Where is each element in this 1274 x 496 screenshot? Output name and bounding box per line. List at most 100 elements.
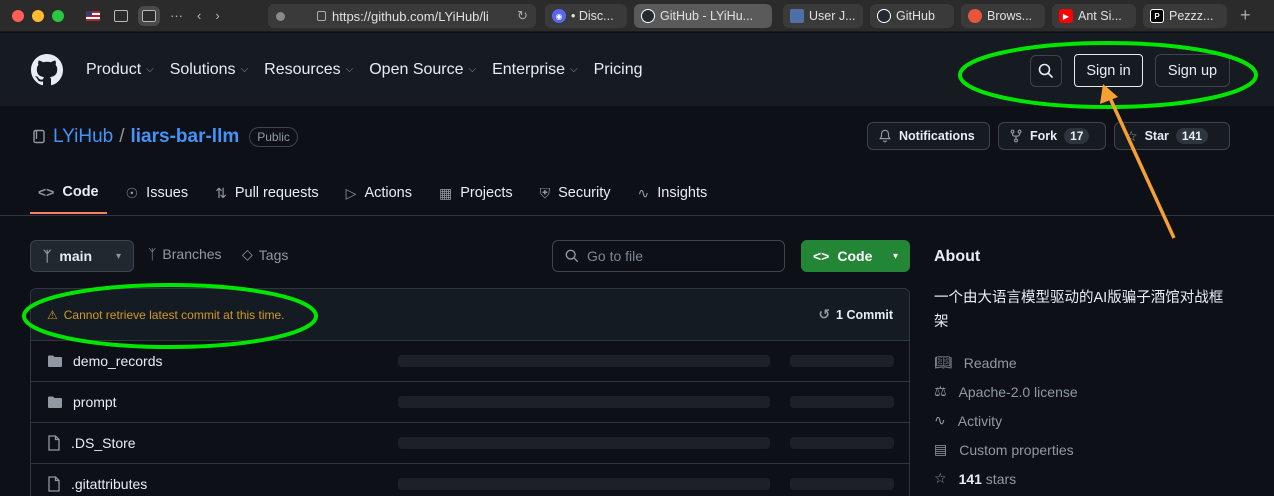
tab-issues[interactable]: ☉ Issues — [118, 178, 196, 214]
file-name[interactable]: prompt — [73, 394, 117, 410]
branch-icon: ᛉ — [148, 246, 157, 262]
tags-link[interactable]: ◇ Tags — [242, 246, 288, 263]
loading-placeholder — [398, 355, 770, 367]
file-row-gitattributes[interactable]: .gitattributes — [31, 464, 909, 496]
go-to-file-input[interactable]: Go to file — [552, 240, 785, 272]
file-icon — [48, 435, 60, 451]
branch-icon: ᛉ — [43, 248, 52, 264]
repo-name-link[interactable]: liars-bar-llm — [130, 126, 239, 148]
visibility-badge: Public — [249, 127, 298, 147]
file-row-ds-store[interactable]: .DS_Store — [31, 423, 909, 464]
chevron-down-icon: ⌵ — [468, 64, 477, 75]
tab-label: User J... — [809, 9, 856, 23]
commits-link[interactable]: ↺ 1 Commit — [818, 306, 893, 323]
maximize-window-button[interactable] — [52, 9, 64, 22]
github-logo-icon[interactable] — [31, 53, 63, 86]
branches-link[interactable]: ᛉ Branches — [148, 246, 222, 262]
activity-link[interactable]: ∿ Activity — [934, 406, 1234, 435]
file-name[interactable]: demo_records — [73, 353, 163, 369]
nav-product[interactable]: Product ⌵ — [86, 61, 162, 79]
tab-label: GitHub - LYiHu... — [660, 9, 754, 23]
tab-label: Projects — [460, 185, 513, 201]
tab-pull-requests[interactable]: ⇅ Pull requests — [207, 178, 327, 214]
minimize-window-button[interactable] — [32, 9, 44, 22]
chevron-down-icon: ⌵ — [146, 64, 154, 75]
warning-text: Cannot retrieve latest commit at this ti… — [63, 307, 285, 322]
star-label: Star — [1144, 129, 1169, 143]
tab-security[interactable]: ⛨ Security — [532, 178, 619, 214]
github-icon — [877, 9, 891, 23]
chevron-down-icon: ⌵ — [240, 64, 249, 75]
browser-tab-discord[interactable]: ◉ • Disc... — [545, 4, 627, 28]
youtube-icon: ▶ — [1059, 9, 1073, 23]
back-icon[interactable]: ‹ — [197, 8, 201, 23]
loading-placeholder — [790, 355, 894, 367]
activity-label: Activity — [957, 412, 1003, 429]
browser-tab-youtube[interactable]: ▶ Ant Si... — [1052, 4, 1136, 28]
file-name[interactable]: .DS_Store — [71, 435, 136, 451]
file-row-demo-records[interactable]: demo_records — [31, 341, 909, 382]
search-button[interactable] — [1030, 55, 1062, 87]
file-name[interactable]: .gitattributes — [71, 476, 147, 492]
tab-label: Pull requests — [234, 185, 319, 201]
star-icon: ☆ — [1125, 127, 1138, 144]
path-separator: / — [119, 126, 125, 147]
more-icon[interactable]: ··· — [170, 8, 183, 23]
commit-warning: ⚠ Cannot retrieve latest commit at this … — [47, 308, 285, 322]
new-tab-icon[interactable]: + — [1240, 5, 1251, 26]
browser-tab-pezzz[interactable]: P Pezzz... — [1143, 4, 1227, 28]
forward-icon[interactable]: › — [215, 8, 219, 23]
code-dropdown-button[interactable]: <> Code ▾ — [801, 240, 910, 272]
tab-label: • Disc... — [571, 9, 614, 23]
note-icon: ▤ — [934, 441, 948, 457]
repo-title: LYiHub / liars-bar-llm Public — [31, 126, 298, 148]
address-bar[interactable]: https://github.com/LYiHub/li ↻ — [268, 4, 536, 28]
graph-icon: ∿ — [637, 184, 650, 201]
repo-icon — [33, 129, 45, 144]
file-row-prompt[interactable]: prompt — [31, 382, 909, 423]
nav-resources[interactable]: Resources ⌵ — [264, 61, 361, 79]
browser-tab-user[interactable]: User J... — [783, 4, 863, 28]
nav-label: Open Source — [369, 60, 464, 78]
stars-link[interactable]: ☆ 141 stars — [934, 464, 1234, 493]
folder-icon — [48, 396, 62, 408]
repo-tabs: <> Code ☉ Issues ⇅ Pull requests ▷ Actions ▦… — [30, 178, 726, 214]
sidebar-toggle-icon[interactable] — [114, 9, 128, 22]
flag-icon[interactable] — [86, 10, 100, 21]
sign-up-button[interactable]: Sign up — [1155, 54, 1230, 87]
repo-owner-link[interactable]: LYiHub — [53, 126, 113, 148]
close-window-button[interactable] — [12, 9, 24, 22]
notifications-label: Notifications — [899, 129, 975, 143]
notifications-button[interactable]: Notifications — [867, 122, 990, 150]
browser-tab-github-repo[interactable]: GitHub - LYiHu... — [634, 4, 772, 28]
branch-select-button[interactable]: ᛉ main ▾ — [30, 240, 134, 272]
readme-link[interactable]: 📖︎ Readme — [934, 348, 1234, 377]
loading-placeholder — [790, 478, 894, 490]
nav-open-source[interactable]: Open Source ⌵ — [369, 61, 484, 79]
browser-tab-github[interactable]: GitHub — [870, 4, 954, 28]
tab-actions[interactable]: ▷ Actions — [338, 178, 420, 214]
tab-projects[interactable]: ▦ Projects — [431, 178, 521, 214]
commits-label: 1 Commit — [836, 307, 893, 322]
sign-in-button[interactable]: Sign in — [1074, 54, 1143, 87]
tab-label: GitHub — [896, 9, 935, 23]
nav-pricing[interactable]: Pricing — [594, 61, 651, 79]
nav-enterprise[interactable]: Enterprise ⌵ — [492, 61, 586, 79]
tab-code[interactable]: <> Code — [30, 178, 107, 214]
branches-label: Branches — [162, 246, 222, 262]
tab-insights[interactable]: ∿ Insights — [630, 178, 716, 214]
fork-button[interactable]: Fork 17 — [998, 122, 1106, 150]
tab-overview-icon[interactable] — [138, 5, 160, 26]
code-icon: <> — [813, 248, 830, 264]
history-icon: ↺ — [818, 306, 831, 322]
reload-icon[interactable]: ↻ — [517, 8, 528, 24]
browser-tab-browse[interactable]: Brows... — [961, 4, 1045, 28]
file-list: ⚠ Cannot retrieve latest commit at this … — [30, 288, 910, 496]
license-link[interactable]: ⚖ Apache-2.0 license — [934, 377, 1234, 406]
custom-properties-link[interactable]: ▤ Custom properties — [934, 435, 1234, 464]
search-icon — [565, 249, 579, 263]
nav-solutions[interactable]: Solutions ⌵ — [170, 61, 256, 79]
star-button[interactable]: ☆ Star 141 — [1114, 122, 1230, 150]
book-icon: 📖︎ — [934, 354, 952, 370]
tags-label: Tags — [258, 246, 289, 263]
